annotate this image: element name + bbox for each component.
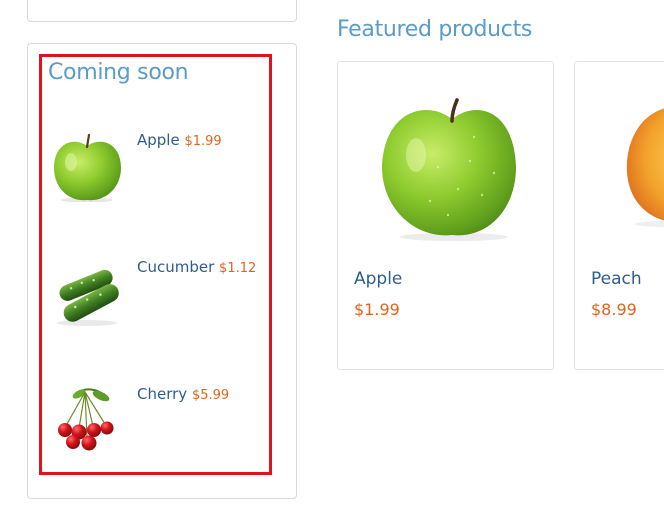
product-name[interactable]: Cucumber <box>137 258 214 276</box>
product-name[interactable]: Apple <box>137 131 180 149</box>
product-price: $1.99 <box>184 134 222 149</box>
featured-product-name[interactable]: Apple <box>354 269 402 289</box>
green-apple-image[interactable] <box>378 97 518 242</box>
top-sidebar-panel <box>27 0 297 22</box>
coming-soon-item-apple[interactable]: Apple $1.99 <box>49 130 259 208</box>
coming-soon-item-link[interactable]: Cherry $5.99 <box>137 385 229 403</box>
featured-product-card-peach[interactable]: Peach $8.99 <box>574 61 664 370</box>
featured-product-price: $1.99 <box>354 300 400 319</box>
green-apple-thumbnail[interactable] <box>49 130 127 202</box>
coming-soon-item-link[interactable]: Cucumber $1.12 <box>137 258 256 276</box>
featured-product-name[interactable]: Peach <box>591 269 642 289</box>
featured-products-title: Featured products <box>337 17 533 42</box>
featured-product-card-apple[interactable]: Apple $1.99 <box>337 61 554 370</box>
product-price: $5.99 <box>191 388 230 403</box>
product-name[interactable]: Cherry <box>137 385 187 403</box>
product-price: $1.12 <box>219 261 257 276</box>
coming-soon-item-cherry[interactable]: Cherry $5.99 <box>49 384 259 462</box>
coming-soon-title: Coming soon <box>48 60 189 85</box>
cherries-thumbnail[interactable] <box>49 384 127 456</box>
cucumbers-thumbnail[interactable] <box>49 257 127 329</box>
featured-product-price: $8.99 <box>591 300 637 319</box>
coming-soon-item-cucumber[interactable]: Cucumber $1.12 <box>49 257 259 335</box>
coming-soon-item-link[interactable]: Apple $1.99 <box>137 131 222 149</box>
peach-image[interactable] <box>623 98 664 228</box>
